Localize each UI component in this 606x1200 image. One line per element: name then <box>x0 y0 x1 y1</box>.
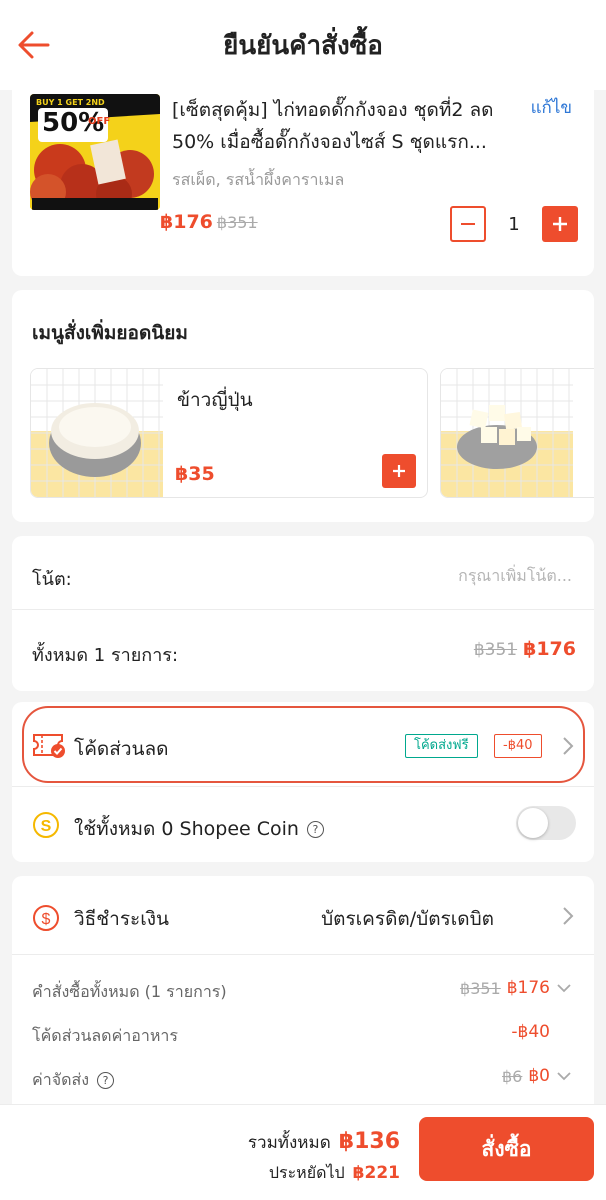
coin-icon: S <box>33 812 59 838</box>
checkout-bar: รวมทั้งหมด ฿136 ประหยัดไป ฿221 สั่งซื้อ <box>0 1104 606 1200</box>
product-title[interactable]: [เซ็ตสุดคุ้ม] ไก่ทอดดั๊กกังจอง ชุดที่2 ล… <box>172 94 522 158</box>
addon-card[interactable] <box>440 368 594 498</box>
promo-badge-line1: BUY 1 GET 2ND <box>36 98 105 107</box>
note-input[interactable]: กรุณาเพิ่มโน้ต... <box>458 564 572 589</box>
app-header: ยืนยันคำสั่งซื้อ <box>0 0 606 90</box>
note-label: โน้ต: <box>32 569 72 590</box>
note-section: โน้ต: กรุณาเพิ่มโน้ต... ทั้งหมด 1 รายการ… <box>12 536 594 691</box>
grand-total-amount: ฿136 <box>338 1129 400 1154</box>
svg-text:S: S <box>41 818 52 835</box>
free-shipping-tag: โค้ดส่งฟรี <box>405 734 478 758</box>
subtotal-original: ฿351 <box>473 640 518 660</box>
shipping-current: ฿0 <box>528 1066 550 1086</box>
product-card: BUY 1 GET 2ND 50% OFF [เซ็ตสุดคุ้ม] ไก่ท… <box>12 78 594 276</box>
order-total-label: คำสั่งซื้อทั้งหมด (1 รายการ) <box>32 982 227 1001</box>
chevron-right-icon <box>563 737 574 755</box>
food-discount-value: -฿40 <box>511 1022 550 1042</box>
divider <box>12 954 594 955</box>
shipping-value[interactable]: ฿6 ฿0 <box>502 1066 572 1086</box>
payment-label: วิธีชำระเงิน <box>74 908 169 930</box>
divider <box>12 609 594 610</box>
product-price-original: ฿351 <box>216 213 258 232</box>
order-total-current: ฿176 <box>506 978 550 998</box>
addon-image <box>441 369 573 497</box>
plus-icon <box>393 465 405 477</box>
chevron-right-icon[interactable] <box>562 906 574 926</box>
shipping-row: ค่าจัดส่ง ? <box>32 1068 115 1093</box>
quantity-increase-button[interactable] <box>542 206 578 242</box>
help-icon[interactable]: ? <box>306 820 324 838</box>
product-price-current: ฿176 <box>160 211 213 233</box>
coin-label: ใช้ทั้งหมด 0 Shopee Coin <box>74 818 299 840</box>
discount-tag: -฿40 <box>494 734 542 758</box>
shipping-original: ฿6 <box>502 1066 523 1086</box>
page-title: ยืนยันคำสั่งซื้อ <box>223 30 383 61</box>
payment-section: $ วิธีชำระเงิน บัตรเครดิต/บัตรเดบิต คำสั… <box>12 876 594 1126</box>
savings: ประหยัดไป ฿221 <box>269 1161 400 1186</box>
payment-method-select[interactable]: บัตรเครดิต/บัตรเดบิต <box>321 904 494 934</box>
plus-icon <box>553 217 567 231</box>
subtotal-total: ฿176 <box>523 638 576 660</box>
product-image: BUY 1 GET 2ND 50% OFF <box>30 94 160 210</box>
addon-name: ข้าวญี่ปุ่น <box>177 389 253 411</box>
back-button[interactable] <box>16 27 52 63</box>
minus-icon <box>461 223 475 225</box>
help-icon[interactable]: ? <box>97 1072 115 1089</box>
toggle-knob <box>518 808 548 838</box>
grand-total-label: รวมทั้งหมด <box>247 1133 331 1153</box>
voucher-icon <box>33 734 65 758</box>
popular-addons-section: เมนูสั่งเพิ่มยอดนิยม ข้าวญี่ปุ่น ฿35 <box>12 290 594 522</box>
shipping-label: ค่าจัดส่ง <box>32 1070 90 1089</box>
addon-add-button[interactable] <box>382 454 416 488</box>
food-discount-label: โค้ดส่วนลดค่าอาหาร <box>32 1026 178 1045</box>
chevron-down-icon <box>557 1072 571 1081</box>
grand-total: รวมทั้งหมด ฿136 <box>248 1129 400 1156</box>
coin-toggle[interactable] <box>516 806 576 840</box>
addon-image <box>31 369 163 497</box>
savings-label: ประหยัดไป <box>268 1163 345 1182</box>
savings-amount: ฿221 <box>352 1163 400 1183</box>
order-total-value[interactable]: ฿351 ฿176 <box>460 978 572 998</box>
dollar-circle-icon: $ <box>33 905 59 931</box>
arrow-left-icon <box>18 31 50 59</box>
chevron-down-icon <box>557 984 571 993</box>
divider <box>12 786 594 787</box>
quantity-value: 1 <box>508 213 520 235</box>
svg-text:$: $ <box>42 911 51 928</box>
voucher-label: โค้ดส่วนลด <box>74 738 169 760</box>
place-order-button[interactable]: สั่งซื้อ <box>419 1117 594 1181</box>
coin-row: ใช้ทั้งหมด 0 Shopee Coin ? <box>74 814 324 844</box>
promo-badge-line3: OFF <box>88 116 111 127</box>
product-price: ฿176 ฿351 <box>160 211 258 233</box>
addon-price: ฿35 <box>175 463 215 485</box>
addon-card[interactable]: ข้าวญี่ปุ่น ฿35 <box>30 368 428 498</box>
voucher-coin-section: โค้ดส่วนลด โค้ดส่งฟรี -฿40 S ใช้ทั้งหมด … <box>12 702 594 862</box>
product-variant: รสเผ็ด, รสน้ำผึ้งคาราเมล <box>172 170 345 189</box>
order-total-original: ฿351 <box>460 978 501 998</box>
edit-link[interactable]: แก้ไข <box>531 94 572 121</box>
subtotal-amount: ฿351 ฿176 <box>470 638 576 660</box>
quantity-decrease-button[interactable] <box>450 206 486 242</box>
section-title: เมนูสั่งเพิ่มยอดนิยม <box>32 322 188 344</box>
subtotal-label: ทั้งหมด 1 รายการ: <box>32 645 179 666</box>
